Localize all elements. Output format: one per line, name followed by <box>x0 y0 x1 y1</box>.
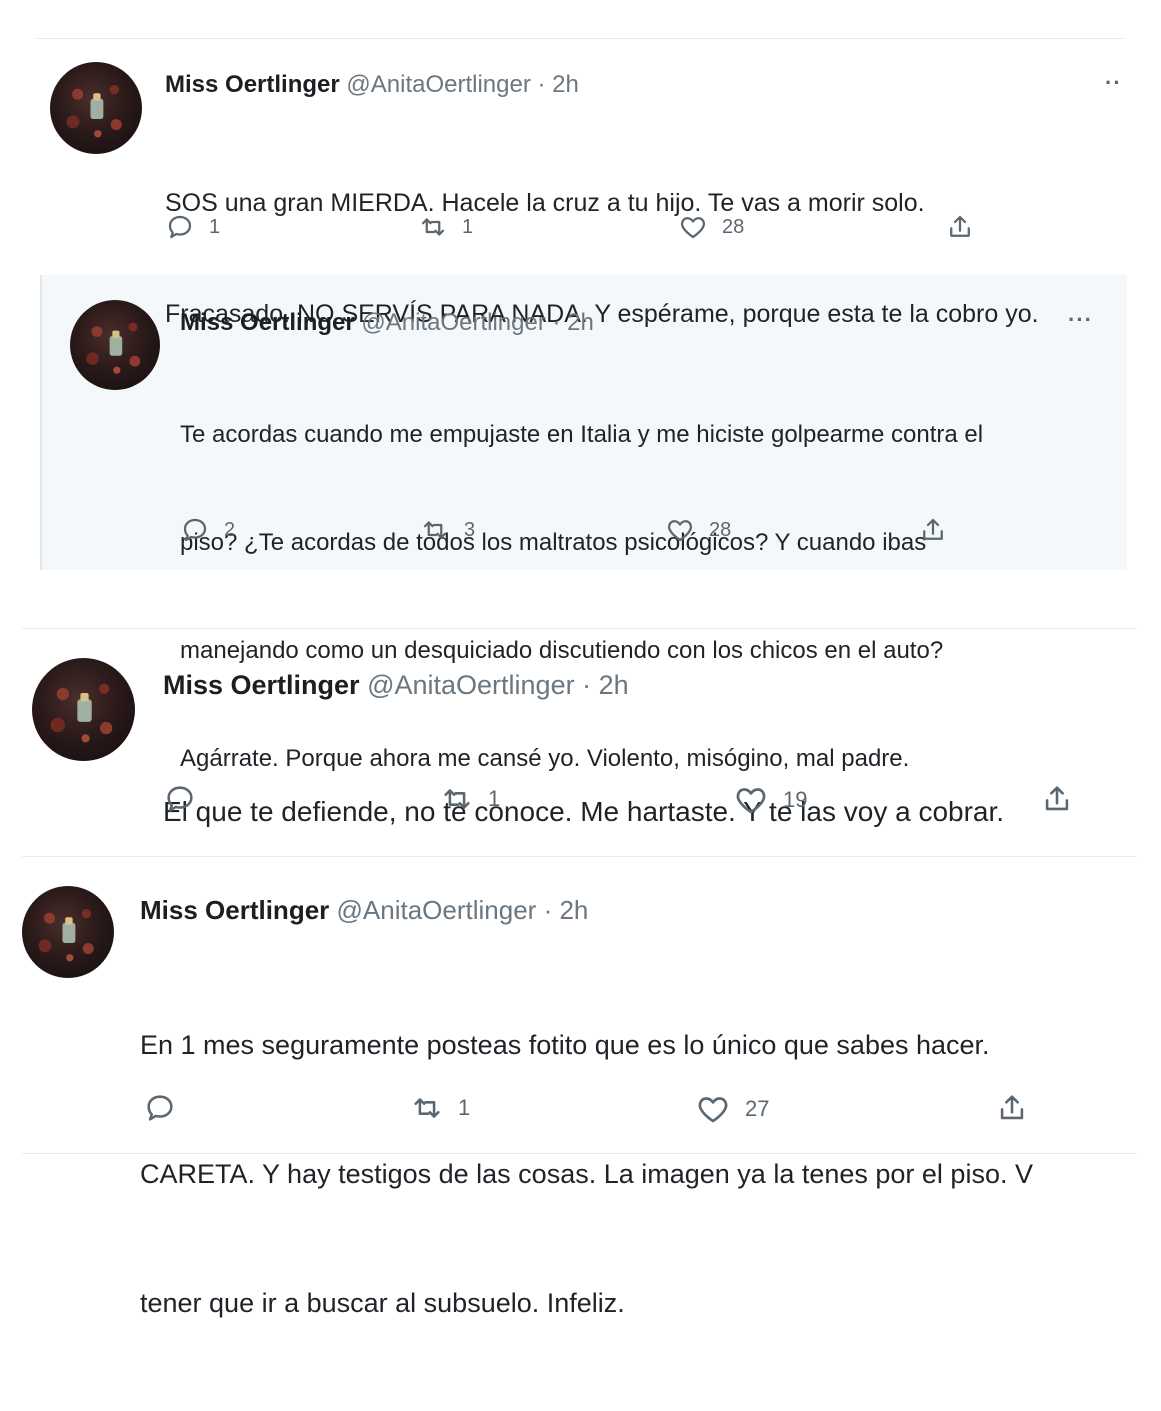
tweet-time[interactable]: · 2h <box>544 895 589 925</box>
avatar-image <box>86 322 141 374</box>
retweet-count: 1 <box>462 215 474 238</box>
author-handle[interactable]: @AnitaOertlinger <box>346 71 530 98</box>
reply-icon <box>167 786 193 812</box>
tweet-text: En 1 mes seguramente posteas fotito que … <box>140 938 1161 1411</box>
reply-button[interactable] <box>163 782 211 816</box>
tweet[interactable]: Miss Oertlinger @AnitaOertlinger · 2h ··… <box>40 275 1125 772</box>
tweet-header: Miss Oertlinger @AnitaOertlinger · 2h <box>180 308 594 338</box>
avatar[interactable] <box>22 886 114 978</box>
like-button[interactable]: 28 <box>678 212 744 242</box>
retweet-icon <box>423 521 447 539</box>
tweet[interactable]: Miss Oertlinger @AnitaOertlinger · 2h El… <box>0 630 1161 855</box>
tweet-text-line: Te acordas cuando me empujaste en Italia… <box>180 421 984 448</box>
author-handle[interactable]: @AnitaOertlinger <box>361 309 545 336</box>
share-button[interactable] <box>995 1091 1029 1125</box>
author-name[interactable]: Miss Oertlinger <box>140 895 329 925</box>
heart-icon <box>680 217 706 239</box>
like-button[interactable]: 19 <box>733 782 807 818</box>
tweet-text-line: SOS una gran MIERDA. Hacele la cruz a tu… <box>165 189 925 217</box>
tweet-time[interactable]: · 2h <box>553 309 594 336</box>
reply-button[interactable]: 2 <box>180 515 235 545</box>
author-handle[interactable]: @AnitaOertlinger <box>367 670 575 700</box>
share-icon <box>950 215 970 237</box>
heart-icon <box>667 520 693 542</box>
retweet-button[interactable]: 1 <box>410 1091 470 1125</box>
avatar[interactable] <box>70 300 160 390</box>
author-name[interactable]: Miss Oertlinger <box>165 71 340 98</box>
retweet-button[interactable]: 1 <box>440 782 500 816</box>
tweet-time[interactable]: · 2h <box>538 71 579 98</box>
retweet-button[interactable]: 1 <box>418 212 473 242</box>
more-options-button[interactable]: ··· <box>1068 307 1093 333</box>
like-count: 28 <box>722 215 745 238</box>
reply-icon <box>168 215 192 239</box>
tweet-header: Miss Oertlinger @AnitaOertlinger · 2h <box>163 668 629 702</box>
share-icon <box>1045 786 1069 811</box>
retweet-button[interactable]: 3 <box>420 515 475 545</box>
tweet-text-line: CARETA. Y hay testigos de las cosas. La … <box>140 1159 1033 1189</box>
like-button[interactable]: 27 <box>695 1091 769 1127</box>
share-icon <box>923 518 943 540</box>
author-handle[interactable]: @AnitaOertlinger <box>337 895 537 925</box>
tweet-text-line: El que te defiende, no te conoce. Me har… <box>163 796 1005 827</box>
reply-icon <box>147 1095 173 1121</box>
tweet-time[interactable]: · 2h <box>582 670 629 700</box>
share-icon <box>1000 1095 1024 1120</box>
author-name[interactable]: Miss Oertlinger <box>180 309 355 336</box>
more-options-button[interactable]: ·· <box>1105 70 1122 96</box>
avatar-image <box>50 683 113 743</box>
share-button[interactable] <box>1040 782 1074 816</box>
tweet-text-line: En 1 mes seguramente posteas fotito que … <box>140 1030 990 1060</box>
avatar[interactable] <box>32 658 135 761</box>
like-count: 27 <box>745 1096 770 1121</box>
heart-icon <box>736 788 766 814</box>
heart-icon <box>698 1097 728 1123</box>
reply-icon <box>183 518 207 542</box>
share-button[interactable] <box>945 212 975 242</box>
tweet-text-line: tener que ir a buscar al subsuelo. Infel… <box>140 1288 625 1318</box>
reply-count: 1 <box>209 215 221 238</box>
retweet-count: 1 <box>458 1095 471 1120</box>
tweet[interactable]: Miss Oertlinger @AnitaOertlinger · 2h ··… <box>0 0 1161 328</box>
reply-button[interactable]: 1 <box>165 212 220 242</box>
like-count: 19 <box>783 787 808 812</box>
tweet-header: Miss Oertlinger @AnitaOertlinger · 2h <box>165 70 579 100</box>
like-count: 28 <box>709 518 732 541</box>
tweet[interactable]: Miss Oertlinger @AnitaOertlinger · 2h En… <box>0 858 1161 1318</box>
avatar-image <box>66 85 122 138</box>
like-button[interactable]: 28 <box>665 515 731 545</box>
share-button[interactable] <box>918 515 948 545</box>
tweet-header: Miss Oertlinger @AnitaOertlinger · 2h <box>140 894 588 926</box>
retweet-icon <box>444 789 470 809</box>
retweet-icon <box>414 1098 440 1118</box>
avatar-image <box>38 909 94 962</box>
reply-button[interactable] <box>143 1091 191 1125</box>
retweet-count: 3 <box>464 518 476 541</box>
avatar[interactable] <box>50 62 142 154</box>
tweet-text-line: piso? ¿Te acordas de todos los maltratos… <box>180 529 927 556</box>
retweet-icon <box>421 218 445 236</box>
retweet-count: 1 <box>488 786 501 811</box>
reply-count: 2 <box>224 518 236 541</box>
author-name[interactable]: Miss Oertlinger <box>163 670 360 700</box>
